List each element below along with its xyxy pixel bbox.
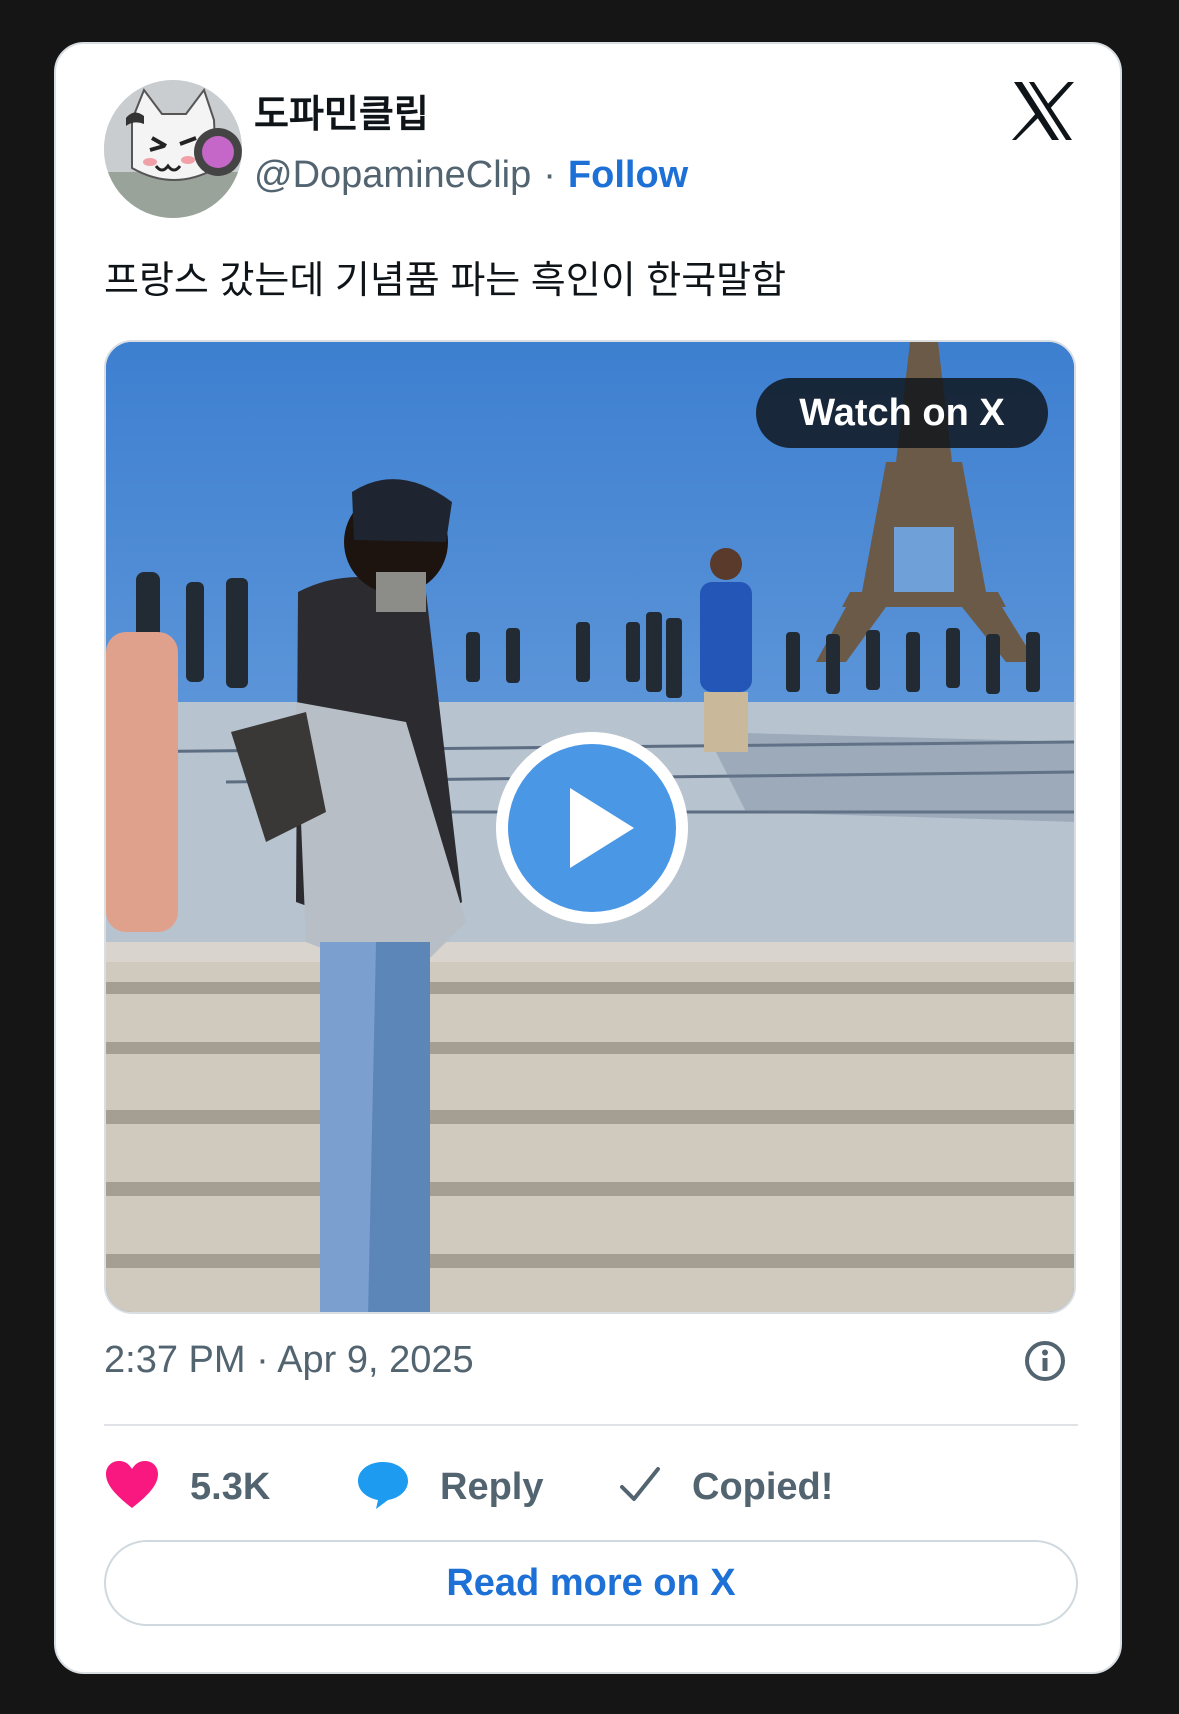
speech-bubble-icon — [356, 1460, 410, 1515]
checkmark-icon — [618, 1463, 662, 1512]
copy-link-button[interactable]: Copied! — [618, 1456, 833, 1518]
watch-on-x-button[interactable]: Watch on X — [756, 378, 1048, 448]
handle-row: @DopamineClip · Follow — [254, 152, 688, 198]
follow-button[interactable]: Follow — [568, 154, 688, 196]
display-name[interactable]: 도파민클립 — [254, 92, 429, 138]
video-media[interactable]: Watch on X — [104, 340, 1076, 1314]
play-icon[interactable] — [492, 728, 692, 928]
reply-label: Reply — [440, 1465, 544, 1508]
separator-dot: · — [543, 154, 556, 196]
embedded-tweet-card: 도파민클립 @DopamineClip · Follow 프랑스 갔는데 기념품 파… — [54, 42, 1122, 1674]
tweet-text: 프랑스 갔는데 기념품 파는 흑인이 한국말함 — [104, 260, 787, 302]
info-icon[interactable] — [1024, 1340, 1066, 1382]
divider — [104, 1424, 1078, 1426]
copy-status-label: Copied! — [692, 1465, 834, 1508]
like-button[interactable]: 5.3K — [104, 1456, 270, 1518]
heart-icon — [104, 1460, 160, 1515]
avatar[interactable] — [104, 80, 242, 218]
reply-button[interactable]: Reply — [356, 1456, 543, 1518]
handle[interactable]: @DopamineClip — [254, 154, 531, 196]
like-count: 5.3K — [190, 1465, 271, 1508]
x-logo-icon[interactable] — [1012, 80, 1074, 142]
tweet-timestamp[interactable]: 2:37 PM · Apr 9, 2025 — [104, 1336, 474, 1384]
read-more-button[interactable]: Read more on X — [104, 1540, 1078, 1626]
